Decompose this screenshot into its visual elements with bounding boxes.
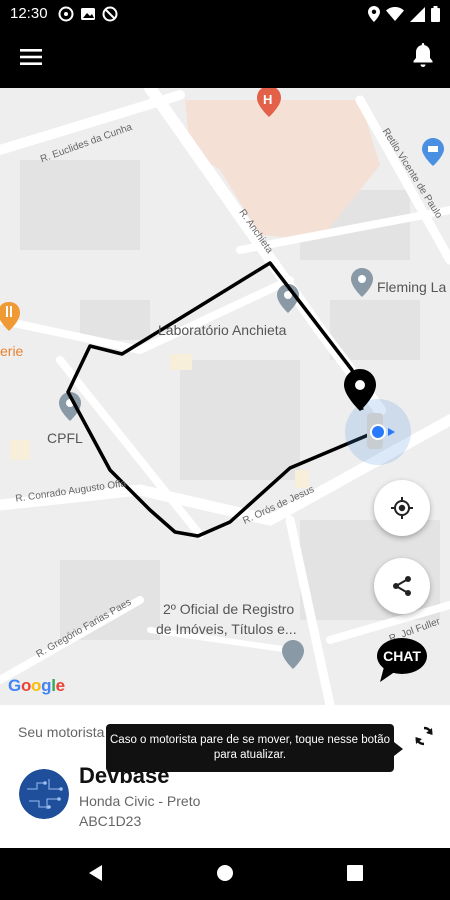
google-letter: g	[41, 676, 52, 695]
driver-name: Devbase	[79, 763, 170, 788]
svg-text:H: H	[263, 92, 272, 107]
google-letter: o	[20, 676, 32, 695]
driver-panel: Seu motorista Caso o motorista pare de s…	[0, 705, 450, 848]
bell-icon[interactable]	[410, 42, 436, 70]
settings-notification-icon	[58, 6, 74, 22]
map-label-registro-2: de Imóveis, Títulos e...	[156, 621, 297, 637]
driver-location-marker	[345, 399, 411, 465]
car-model: Honda Civic - Preto	[79, 793, 201, 809]
car-plate: ABC1D23	[79, 813, 142, 829]
battery-icon	[431, 6, 440, 27]
share-icon	[393, 576, 411, 596]
status-time: 12:30	[10, 5, 48, 22]
signal-icon	[410, 6, 425, 27]
share-button[interactable]	[374, 558, 430, 614]
status-bar: 12:30	[0, 0, 450, 28]
hamburger-menu-icon[interactable]	[18, 44, 44, 70]
image-notification-icon	[80, 6, 96, 22]
chat-label: CHAT	[383, 648, 421, 664]
my-location-button[interactable]	[374, 480, 430, 536]
google-letter: o	[31, 676, 42, 695]
app-bar	[0, 28, 450, 88]
recents-icon[interactable]	[345, 863, 365, 888]
google-letter: e	[55, 676, 65, 695]
map-label-registro-1: 2º Oficial de Registro	[163, 601, 295, 617]
driver-heading: Seu motorista	[18, 724, 105, 740]
map-label-cpfl: CPFL	[47, 430, 83, 446]
system-nav-bar	[0, 848, 450, 900]
google-letter: G	[8, 676, 21, 695]
driver-avatar	[19, 769, 69, 819]
map-label-restaurant: erie	[0, 343, 24, 359]
crosshair-icon	[391, 497, 413, 519]
google-logo: Google	[8, 676, 65, 696]
map-view[interactable]: H Laboratório Anchieta Fleming La CPFL 2…	[0, 88, 450, 705]
refresh-icon[interactable]	[411, 723, 437, 749]
back-icon[interactable]	[86, 863, 106, 888]
chat-button[interactable]: CHAT	[376, 637, 428, 683]
map-label-laboratorio: Laboratório Anchieta	[158, 322, 287, 338]
map-label-fleming: Fleming La	[377, 279, 447, 295]
data-saver-icon	[102, 6, 118, 22]
location-icon	[368, 6, 380, 27]
wifi-icon	[386, 7, 404, 26]
home-icon[interactable]	[215, 863, 235, 888]
